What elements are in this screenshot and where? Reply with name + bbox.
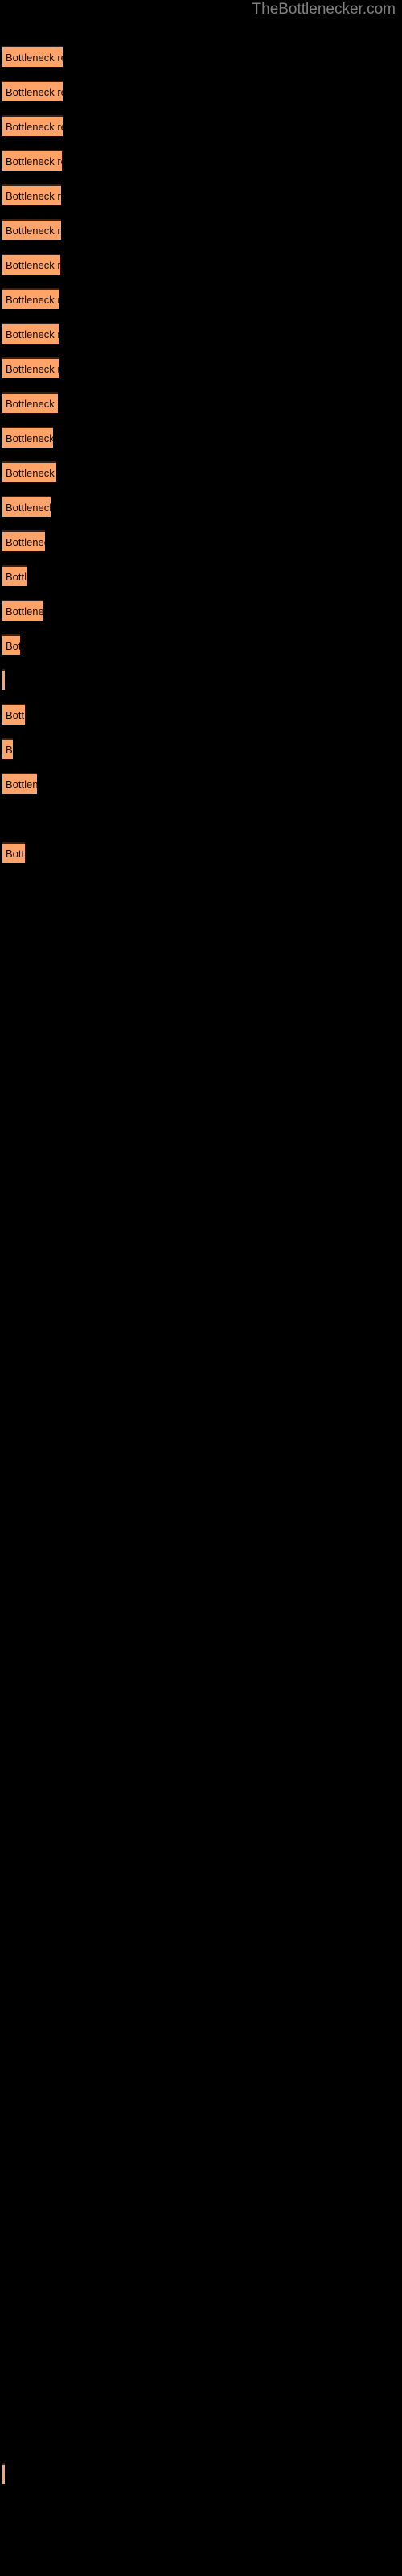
bar-label: Bottleneck result bbox=[6, 328, 59, 341]
bar-label: Bottleneck result bbox=[6, 640, 20, 652]
bar-label: Bottleneck result bbox=[6, 121, 63, 133]
bar-label: Bottleneck result bbox=[6, 259, 60, 271]
bar-item[interactable]: Bottleneck result bbox=[2, 288, 59, 309]
bar-label: Bottleneck result bbox=[6, 225, 61, 237]
bar-label: Bottleneck result bbox=[6, 294, 59, 306]
bar-label: Bottleneck result bbox=[6, 467, 56, 479]
bar-label: Bottleneck result bbox=[6, 605, 43, 617]
bar-label: Bottleneck result bbox=[6, 52, 63, 64]
bar-label: Bottleneck result bbox=[6, 363, 59, 375]
bar-item[interactable]: Bottleneck result bbox=[2, 496, 51, 517]
bar-label: Bottleneck result bbox=[6, 502, 51, 514]
bar-item[interactable]: Bottleneck result bbox=[2, 254, 60, 275]
bar-item[interactable]: Bottleneck result bbox=[2, 115, 63, 136]
bar-label: Bottleneck result bbox=[6, 536, 45, 548]
bar-item[interactable]: Bottleneck result bbox=[2, 2463, 5, 2484]
bar-item[interactable]: Bottleneck result bbox=[2, 184, 61, 205]
bar-label: Bottleneck result bbox=[6, 86, 63, 98]
bar-label: Bottleneck result bbox=[6, 571, 27, 583]
bar-item[interactable]: Bottleneck result bbox=[2, 80, 63, 101]
bar-item[interactable]: Bottleneck result bbox=[2, 357, 59, 378]
bottleneck-chart: TheBottlenecker.com Bottleneck resultBot… bbox=[0, 0, 402, 2576]
bar-item[interactable]: Bottleneck result bbox=[2, 46, 63, 67]
bar-item[interactable]: Bottleneck result bbox=[2, 634, 20, 655]
bar-series: Bottleneck result Bottleneck result Bottle… bbox=[0, 0, 402, 2576]
bar-label: Bottleneck result bbox=[6, 155, 62, 167]
bar-label: Bottleneck result bbox=[6, 190, 61, 202]
bar-label: Bottleneck result bbox=[6, 848, 25, 860]
bar-label: Bottleneck result bbox=[6, 744, 13, 756]
bar-label: Bottleneck result bbox=[6, 709, 25, 721]
bar-item[interactable]: Bottleneck result bbox=[2, 530, 45, 551]
bar-item[interactable]: Bottleneck result bbox=[2, 773, 37, 794]
bar-item[interactable]: Bottleneck result bbox=[2, 704, 25, 724]
bar-item[interactable]: Bottleneck result bbox=[2, 842, 25, 863]
bar-item[interactable]: Bottleneck result bbox=[2, 669, 5, 690]
bar-item[interactable]: Bottleneck result bbox=[2, 427, 53, 448]
bar-label: Bottleneck result bbox=[6, 432, 53, 444]
bar-item[interactable]: Bottleneck result bbox=[2, 600, 43, 621]
bar-item[interactable]: Bottleneck result bbox=[2, 150, 62, 171]
bar-item[interactable]: Bottleneck result bbox=[2, 219, 61, 240]
bar-label: Bottleneck result bbox=[6, 398, 58, 410]
bar-item[interactable]: Bottleneck result bbox=[2, 392, 58, 413]
bar-item[interactable]: Bottleneck result bbox=[2, 738, 13, 759]
bar-label: Bottleneck result bbox=[6, 778, 37, 791]
bar-item[interactable]: Bottleneck result bbox=[2, 323, 59, 344]
bar-item[interactable]: Bottleneck result bbox=[2, 461, 56, 482]
bar-item[interactable]: Bottleneck result bbox=[2, 565, 27, 586]
